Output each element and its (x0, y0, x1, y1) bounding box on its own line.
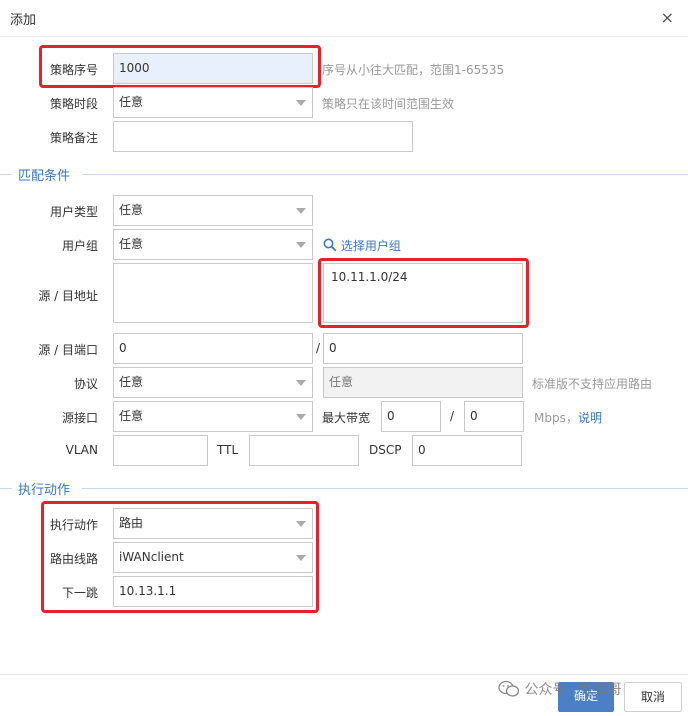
seq-hint: 序号从小往大匹配，范围1-65535 (322, 63, 505, 77)
bw-help-link[interactable]: 说明 (578, 409, 602, 426)
select-user-group-text: 选择用户组 (340, 239, 401, 253)
port-label: 源 / 目端口 (38, 343, 98, 357)
proto-label: 协议 (73, 377, 98, 391)
chevron-down-icon (296, 380, 306, 386)
action-section-divider-left (0, 488, 12, 489)
time-select[interactable]: 任意 (113, 87, 313, 118)
time-hint: 策略只在该时间范围生效 (322, 97, 455, 111)
cancel-button[interactable]: 取消 (624, 682, 682, 712)
user-type-value: 任意 (119, 203, 144, 217)
match-section-divider (82, 174, 688, 175)
bw-down-input[interactable]: 0 (464, 401, 524, 432)
user-group-select[interactable]: 任意 (113, 229, 313, 260)
wechat-icon (498, 680, 520, 697)
bw-label: 最大带宽 (322, 411, 371, 425)
watermark: 公众号 · 铁军哥 (498, 679, 622, 699)
ttl-input[interactable] (249, 435, 359, 466)
action-section-title: 执行动作 (18, 483, 71, 498)
proto-select[interactable]: 任意 (113, 367, 313, 398)
note-label: 策略备注 (49, 131, 98, 145)
user-group-label: 用户组 (61, 239, 98, 253)
vlan-input[interactable] (113, 435, 208, 466)
src-if-label: 源接口 (61, 411, 98, 425)
footer-divider (0, 674, 688, 675)
chevron-down-icon (296, 242, 306, 248)
bw-separator: / (450, 409, 455, 423)
time-select-value: 任意 (119, 95, 144, 109)
dscp-label: DSCP (369, 443, 402, 457)
chevron-down-icon (296, 414, 306, 420)
src-if-select[interactable]: 任意 (113, 401, 313, 432)
select-user-group-link[interactable]: 选择用户组 (323, 237, 401, 254)
bw-up-input[interactable]: 0 (381, 401, 441, 432)
user-type-label: 用户类型 (49, 205, 98, 219)
highlight-dst-addr (318, 258, 529, 328)
ttl-label: TTL (217, 443, 239, 457)
match-section-divider-left (0, 174, 12, 175)
src-addr-textarea[interactable] (113, 263, 313, 323)
chevron-down-icon (296, 208, 306, 214)
action-section-divider (82, 488, 688, 489)
dscp-input[interactable]: 0 (412, 435, 522, 466)
match-section-title: 匹配条件 (18, 169, 71, 184)
dst-port-input[interactable]: 0 (323, 333, 523, 364)
addr-label: 源 / 目地址 (38, 289, 98, 303)
search-icon (323, 238, 337, 252)
bw-unit: Mbps， (534, 411, 578, 425)
src-port-input[interactable]: 0 (113, 333, 313, 364)
highlight-seq (39, 45, 321, 88)
proto-value: 任意 (119, 375, 144, 389)
header-divider (0, 36, 688, 37)
user-group-value: 任意 (119, 237, 144, 251)
app-input-disabled: 任意 (323, 367, 523, 398)
chevron-down-icon (296, 100, 306, 106)
port-separator: / (316, 341, 321, 355)
close-icon[interactable]: × (661, 8, 674, 27)
highlight-action (41, 501, 319, 613)
note-input[interactable] (113, 121, 413, 152)
proto-hint: 标准版不支持应用路由 (532, 377, 653, 391)
time-label: 策略时段 (49, 97, 98, 111)
src-if-value: 任意 (119, 409, 144, 423)
dialog-title: 添加 (10, 13, 37, 28)
user-type-select[interactable]: 任意 (113, 195, 313, 226)
vlan-label: VLAN (65, 443, 98, 457)
watermark-text: 公众号 · 铁军哥 (524, 682, 622, 698)
